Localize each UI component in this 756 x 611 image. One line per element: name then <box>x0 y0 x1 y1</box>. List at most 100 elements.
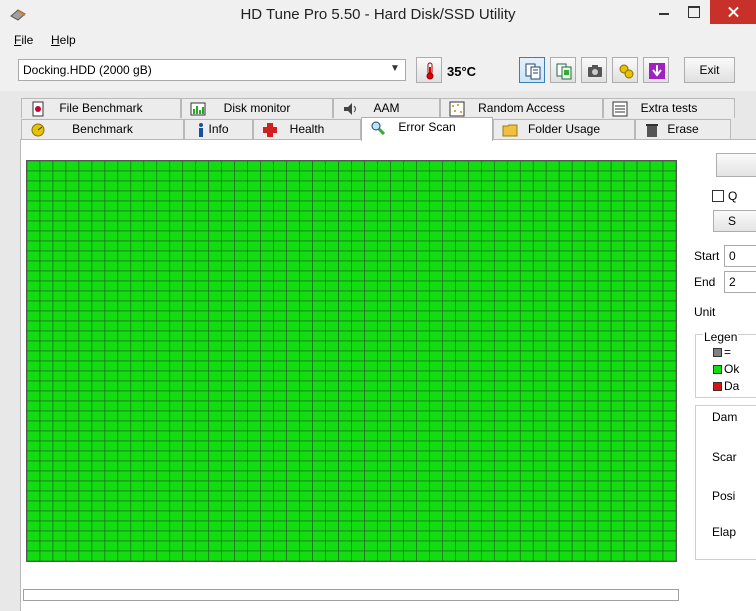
scan-block <box>299 370 313 382</box>
scan-block <box>182 490 197 502</box>
scan-block <box>662 530 676 542</box>
scan-block <box>506 470 521 482</box>
scan-block <box>117 190 132 202</box>
scan-block <box>506 320 521 332</box>
maximize-button[interactable] <box>680 0 708 24</box>
scan-block <box>78 480 93 492</box>
scan-block <box>52 210 67 222</box>
scan-block <box>65 190 80 202</box>
tab-benchmark[interactable]: Benchmark <box>21 119 184 139</box>
minimize-button[interactable] <box>650 0 678 24</box>
scan-block <box>299 190 313 202</box>
save-button[interactable] <box>643 57 669 83</box>
scan-block <box>351 200 365 212</box>
scan-block <box>636 510 651 522</box>
tab-disk-monitor[interactable]: Disk monitor <box>181 98 333 118</box>
scan-block <box>364 200 378 212</box>
tab-random-access[interactable]: Random Access <box>440 98 603 118</box>
scan-block <box>468 190 482 202</box>
scan-block <box>377 330 391 342</box>
scan-block <box>130 210 145 222</box>
start-scan-button[interactable] <box>716 153 756 177</box>
scan-block <box>286 260 300 272</box>
end-input[interactable]: 2 <box>724 271 756 293</box>
tab-error-scan[interactable]: Error Scan <box>361 117 493 141</box>
scan-block <box>597 220 612 232</box>
quick-scan-checkbox[interactable] <box>712 190 724 202</box>
scan-block <box>104 161 119 172</box>
scan-block <box>312 210 326 222</box>
tab-info[interactable]: Info <box>184 119 253 139</box>
scan-block <box>429 370 443 382</box>
scan-block <box>325 290 339 302</box>
scan-block <box>455 470 469 482</box>
scan-block <box>299 500 313 512</box>
tab-label: Health <box>289 122 325 136</box>
scan-block <box>532 430 547 442</box>
scan-block <box>571 290 586 302</box>
close-button[interactable] <box>710 0 756 24</box>
scan-block <box>649 161 664 172</box>
start-input[interactable]: 0 <box>724 245 756 267</box>
tab-file-benchmark[interactable]: File Benchmark <box>21 98 181 118</box>
scan-block <box>234 230 248 242</box>
scan-block <box>403 330 417 342</box>
scan-block <box>195 320 210 332</box>
menu-help[interactable]: Help <box>51 33 76 47</box>
scan-block <box>247 210 261 222</box>
scan-block <box>338 270 352 282</box>
scan-block <box>130 320 145 332</box>
scan-block <box>351 310 365 322</box>
scan-block <box>39 410 54 422</box>
scan-block <box>78 400 93 412</box>
scan-block <box>571 350 586 362</box>
scan-block <box>558 250 573 262</box>
scan-block <box>286 280 300 292</box>
scan-block <box>377 290 391 302</box>
scan-block <box>27 280 41 292</box>
scan-block <box>299 440 313 452</box>
scan-block <box>377 450 391 462</box>
copy-info-button[interactable] <box>519 57 545 83</box>
scan-block <box>39 220 54 232</box>
exit-button[interactable]: Exit <box>684 57 735 83</box>
scan-block <box>610 280 625 292</box>
scan-block <box>403 420 417 432</box>
scan-block <box>493 250 508 262</box>
scan-block <box>364 550 378 561</box>
drive-select[interactable]: Docking.HDD (2000 gB) ▼ <box>18 59 406 81</box>
tab-erase[interactable]: Erase <box>635 119 731 139</box>
tab-health[interactable]: Health <box>253 119 361 139</box>
screenshot-button[interactable] <box>581 57 607 83</box>
options-button[interactable] <box>612 57 638 83</box>
scan-block <box>480 430 495 442</box>
scan-block <box>416 360 430 372</box>
scan-block <box>519 490 534 502</box>
scan-block <box>571 230 586 242</box>
scan-block <box>78 330 93 342</box>
scan-block <box>273 240 287 252</box>
scan-block <box>27 161 41 172</box>
scan-block <box>623 260 638 272</box>
scan-block <box>519 350 534 362</box>
scan-block <box>649 250 664 262</box>
scan-block <box>558 240 573 252</box>
scan-block <box>377 250 391 262</box>
menu-file[interactable]: File <box>14 33 33 47</box>
scan-block <box>117 460 132 472</box>
scan-block <box>273 380 287 392</box>
scan-block <box>273 390 287 402</box>
copy-all-button[interactable] <box>550 57 576 83</box>
tab-label: Folder Usage <box>527 122 601 136</box>
tab-extra-tests[interactable]: Extra tests <box>603 98 735 118</box>
scan-block <box>273 460 287 472</box>
scan-block <box>312 520 326 532</box>
scan-block <box>39 170 54 182</box>
scan-block <box>312 280 326 292</box>
scan-block <box>623 350 638 362</box>
scan-block <box>662 520 676 532</box>
tab-aam[interactable]: AAM <box>333 98 440 118</box>
scan-settings-button[interactable]: S <box>713 210 756 232</box>
tab-folder-usage[interactable]: Folder Usage <box>493 119 635 139</box>
temperature-button[interactable] <box>416 57 442 83</box>
